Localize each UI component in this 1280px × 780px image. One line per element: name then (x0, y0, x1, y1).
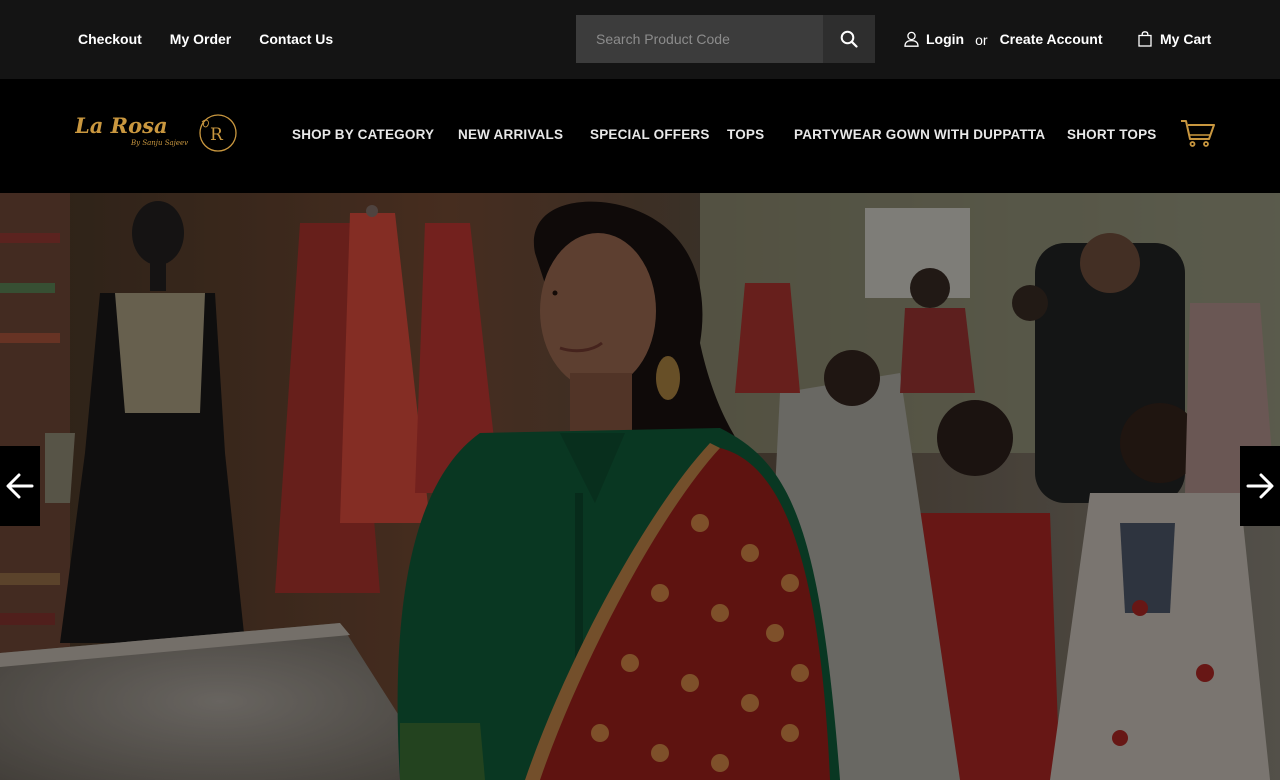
my-order-link[interactable]: My Order (170, 31, 231, 47)
nav-short-tops[interactable]: SHORT TOPS (1067, 127, 1157, 142)
slider-prev-button[interactable] (0, 446, 40, 526)
brand-tagline: By Sanju Sajeev (130, 139, 188, 147)
brand-name: La Rosa (75, 113, 168, 138)
my-cart-label: My Cart (1160, 31, 1212, 47)
search-input[interactable] (576, 15, 823, 63)
nav-shop-by-category[interactable]: SHOP BY CATEGORY (292, 127, 434, 142)
my-cart-link[interactable]: My Cart (1138, 31, 1211, 47)
slider-next-button[interactable] (1240, 446, 1280, 526)
hero-image (0, 193, 1280, 780)
main-header: La Rosa By Sanju Sajeev R SHOP BY CATEGO… (0, 79, 1280, 193)
nav-new-arrivals[interactable]: NEW ARRIVALS (458, 127, 563, 142)
search-bar (576, 15, 875, 63)
or-text: or (975, 32, 988, 48)
user-icon (904, 31, 919, 47)
top-utility-bar: Checkout My Order Contact Us Login or Cr… (0, 0, 1280, 79)
contact-us-link[interactable]: Contact Us (259, 31, 333, 47)
header-cart-button[interactable] (1180, 117, 1216, 154)
top-links: Checkout My Order Contact Us (78, 31, 333, 47)
nav-special-offers[interactable]: SPECIAL OFFERS (590, 127, 710, 142)
create-account-link[interactable]: Create Account (1000, 31, 1103, 47)
brand-logo[interactable]: La Rosa By Sanju Sajeev R (74, 112, 240, 154)
hero-slider (0, 193, 1280, 780)
shopping-bag-icon (1138, 31, 1152, 47)
brand-monogram: R (210, 125, 224, 145)
search-button[interactable] (823, 15, 875, 63)
search-icon (840, 30, 858, 48)
arrow-right-icon (1246, 473, 1274, 499)
login-link[interactable]: Login (926, 31, 964, 47)
nav-partywear-gown[interactable]: PARTYWEAR GOWN WITH DUPPATTA (794, 127, 1045, 142)
shopping-cart-icon (1181, 120, 1215, 147)
nav-tops[interactable]: TOPS (727, 127, 764, 142)
arrow-left-icon (6, 473, 34, 499)
account-links: Login or Create Account (904, 31, 1103, 48)
checkout-link[interactable]: Checkout (78, 31, 142, 47)
